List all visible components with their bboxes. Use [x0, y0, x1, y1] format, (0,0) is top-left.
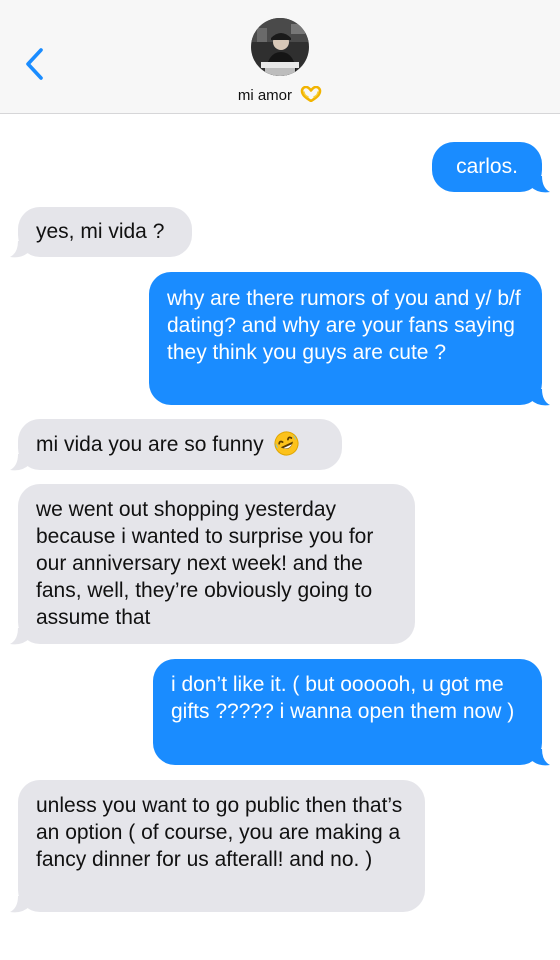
- chevron-left-icon: [26, 48, 43, 80]
- message-bubble-received[interactable]: mi vida you are so funny: [18, 419, 342, 470]
- message-bubble-sent[interactable]: why are there rumors of you and y/ b/f d…: [149, 272, 542, 405]
- message-text: carlos.: [456, 155, 518, 178]
- bubble-tail: [10, 896, 30, 913]
- message-text: yes, mi vida ?: [36, 220, 165, 243]
- heart-hands-emoji: [300, 85, 322, 106]
- message-bubble-received[interactable]: we went out shopping yesterday because i…: [18, 484, 415, 644]
- contact-name-row[interactable]: mi amor: [0, 85, 560, 106]
- back-button[interactable]: [22, 46, 48, 82]
- message-text: mi vida you are so funny: [36, 433, 264, 456]
- message-thread[interactable]: carlos. yes, mi vida ? why are there rum…: [0, 114, 560, 960]
- bubble-tail: [530, 389, 550, 406]
- message-text: i don’t like it. ( but oooooh, u got me …: [171, 673, 515, 723]
- message-bubble-received[interactable]: unless you want to go public then that’s…: [18, 780, 425, 912]
- rolling-on-floor-laughing-emoji: [273, 430, 300, 464]
- bubble-tail: [10, 241, 30, 258]
- bubble-tail: [530, 749, 550, 766]
- contact-avatar[interactable]: [251, 18, 309, 76]
- conversation-header: mi amor: [0, 0, 560, 114]
- bubble-tail: [530, 176, 550, 193]
- message-bubble-sent[interactable]: carlos.: [432, 142, 542, 192]
- message-text: we went out shopping yesterday because i…: [36, 498, 374, 629]
- message-bubble-received[interactable]: yes, mi vida ?: [18, 207, 192, 257]
- avatar-photo: [251, 18, 309, 76]
- bubble-tail: [10, 454, 30, 471]
- message-bubble-sent[interactable]: i don’t like it. ( but oooooh, u got me …: [153, 659, 542, 765]
- contact-name: mi amor: [237, 87, 292, 104]
- message-text: unless you want to go public then that’s…: [36, 794, 403, 871]
- message-text: why are there rumors of you and y/ b/f d…: [167, 287, 521, 364]
- bubble-tail: [10, 628, 30, 645]
